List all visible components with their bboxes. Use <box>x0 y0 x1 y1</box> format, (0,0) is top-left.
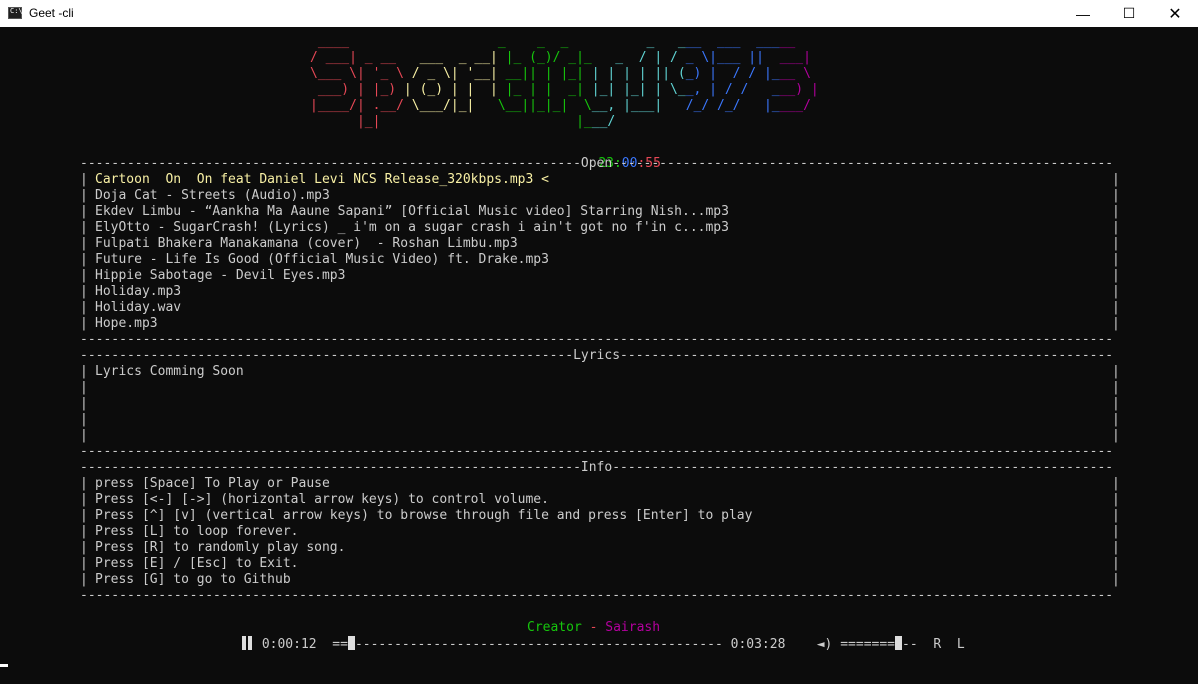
info-line: Press [^] [v] (vertical arrow keys) to b… <box>95 508 753 523</box>
info-line: Press [G] to go to Github <box>95 572 291 587</box>
window-titlebar: Geet -cli — ☐ ✕ <box>0 0 1198 27</box>
terminal-area[interactable]: ____ _ _ _ _ ___ ___ _____ / ___| _ __ _… <box>0 28 1198 684</box>
repeat-indicator: R <box>933 637 942 652</box>
duration-time: 0:03:28 <box>730 637 786 652</box>
info-line: Press [R] to randomly play song. <box>95 540 346 555</box>
file-item[interactable]: Hope.mp3 <box>95 316 158 332</box>
creator-label: Creator <box>527 620 582 635</box>
volume-icon: ◄) <box>816 637 833 652</box>
open-panel-right-border: | | | | | | | | | | <box>1112 172 1120 331</box>
logo-line: / ___| _ __ ___ _ __| |_ (_)/ _|_ _ / | … <box>310 50 811 65</box>
logo-line: ___) | |_) | (_) | | | |_ | | _| |_| |_|… <box>310 82 819 97</box>
credit-dash: - <box>581 620 606 635</box>
logo-line: |_| |___/ <box>310 114 616 129</box>
open-panel-bottom-border: ----------------------------------------… <box>80 332 1114 347</box>
info-panel-top-border: ----------------------------------------… <box>80 460 1114 475</box>
progress-bar[interactable]: == --------------------------------------… <box>332 636 723 652</box>
progress-remaining: ----------------------------------------… <box>354 637 723 652</box>
maximize-button[interactable]: ☐ <box>1106 0 1152 27</box>
creator-credit: Creator - Sairash <box>527 620 660 636</box>
progress-played: == <box>332 637 348 652</box>
loop-indicator: L <box>956 637 965 652</box>
lyrics-panel-bottom-border: ----------------------------------------… <box>80 444 1114 459</box>
info-line: Press [L] to loop forever. <box>95 524 299 539</box>
lyrics-panel-left-border: | | | | | <box>80 364 88 443</box>
file-item[interactable]: Ekdev Limbu - “Aankha Ma Aaune Sapani” [… <box>95 204 729 220</box>
volume-level: ======= <box>840 637 896 652</box>
open-panel-left-border: | | | | | | | | | | <box>80 172 88 331</box>
volume-bar[interactable]: ======= -- <box>840 636 918 652</box>
file-item[interactable]: Doja Cat - Streets (Audio).mp3 <box>95 188 330 204</box>
logo-line: \___ \| '_ \ / _ \| '__| __|| | |_| | | … <box>310 66 811 81</box>
player-bar: 0:00:12 == ------------------------------… <box>240 636 965 654</box>
info-line: Press [<-] [->] (horizontal arrow keys) … <box>95 492 549 507</box>
terminal-app-icon <box>8 7 23 19</box>
elapsed-time: 0:00:12 <box>261 637 317 652</box>
volume-knob[interactable] <box>895 636 903 650</box>
lyrics-panel-top-border: ----------------------------------------… <box>80 348 1114 363</box>
window-title: Geet -cli <box>29 6 74 20</box>
info-panel-right-border: | | | | | | | <box>1112 476 1120 587</box>
file-item[interactable]: Fulpati Bhakera Manakamana (cover) - Ros… <box>95 236 518 252</box>
file-item[interactable]: Holiday.mp3 <box>95 284 181 300</box>
ascii-logo: ____ _ _ _ _ ___ ___ _____ / ___| _ __ _… <box>310 34 819 130</box>
info-line: press [Space] To Play or Pause <box>95 476 330 491</box>
author-name: Sairash <box>605 620 661 635</box>
info-line: Press [E] / [Esc] to Exit. <box>95 556 299 571</box>
file-item[interactable]: ElyOtto - SugarCrash! (Lyrics) _ i'm on … <box>95 220 729 236</box>
progress-knob[interactable] <box>347 636 355 650</box>
close-button[interactable]: ✕ <box>1152 0 1198 27</box>
open-panel-top-border: ----------------------------------------… <box>80 156 1114 171</box>
file-item-selected[interactable]: Cartoon On On feat Daniel Levi NCS Relea… <box>95 172 549 188</box>
pause-icon[interactable] <box>240 636 254 650</box>
logo-line: |____/| .__/ \___/|_| \__||_|_| \__, |__… <box>310 98 811 113</box>
file-item[interactable]: Holiday.wav <box>95 300 181 316</box>
file-item[interactable]: Hippie Sabotage - Devil Eyes.mp3 <box>95 268 345 284</box>
info-panel-left-border: | | | | | | | <box>80 476 88 587</box>
text-cursor <box>0 664 8 667</box>
info-panel-bottom-border: ----------------------------------------… <box>80 588 1114 603</box>
lyrics-panel-right-border: | | | | | <box>1112 364 1120 443</box>
minimize-button[interactable]: — <box>1060 0 1106 27</box>
file-item[interactable]: Future - Life Is Good (Official Music Vi… <box>95 252 549 268</box>
logo-line: ____ _ _ _ _ ___ ___ _____ <box>310 34 796 49</box>
volume-remaining: -- <box>902 637 918 652</box>
lyrics-text: Lyrics Comming Soon <box>95 364 244 379</box>
